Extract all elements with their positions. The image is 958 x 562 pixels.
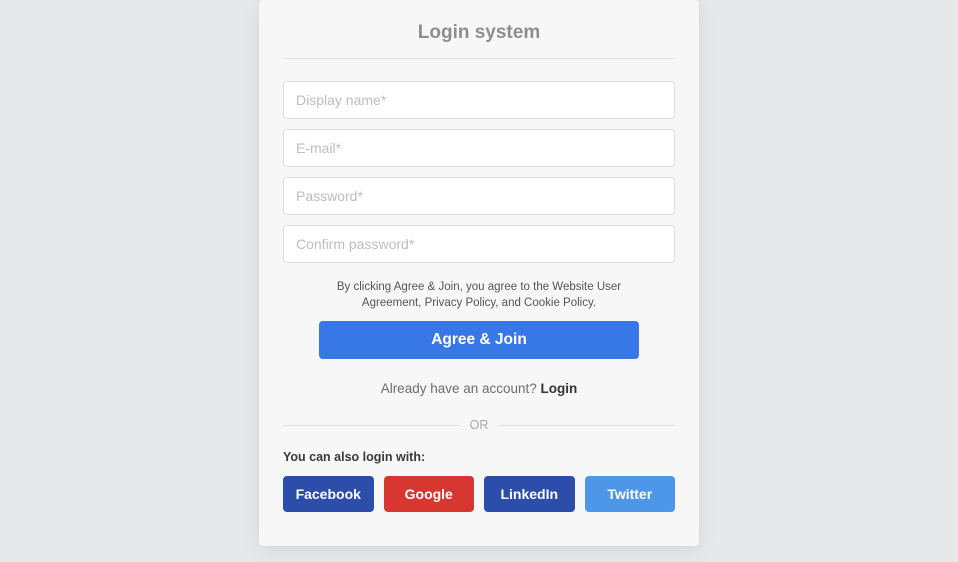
login-card: Login system By clicking Agree & Join, y… [259, 0, 699, 546]
facebook-button[interactable]: Facebook [283, 476, 374, 512]
already-account-row: Already have an account? Login [283, 381, 675, 396]
confirm-password-input[interactable] [283, 225, 675, 263]
divider-line-left [283, 425, 460, 426]
divider-line-right [498, 425, 675, 426]
terms-text: By clicking Agree & Join, you agree to t… [319, 279, 639, 311]
or-text: OR [470, 418, 489, 432]
already-account-text: Already have an account? [381, 381, 541, 396]
linkedin-button[interactable]: LinkedIn [484, 476, 575, 512]
card-title: Login system [283, 22, 675, 58]
alt-login-label: You can also login with: [283, 450, 675, 464]
agree-join-button[interactable]: Agree & Join [319, 321, 639, 359]
password-input[interactable] [283, 177, 675, 215]
or-divider: OR [283, 418, 675, 432]
login-link[interactable]: Login [541, 381, 578, 396]
social-buttons-row: Facebook Google LinkedIn Twitter [283, 476, 675, 512]
twitter-button[interactable]: Twitter [585, 476, 676, 512]
display-name-input[interactable] [283, 81, 675, 119]
google-button[interactable]: Google [384, 476, 475, 512]
email-input[interactable] [283, 129, 675, 167]
title-divider [283, 58, 675, 59]
